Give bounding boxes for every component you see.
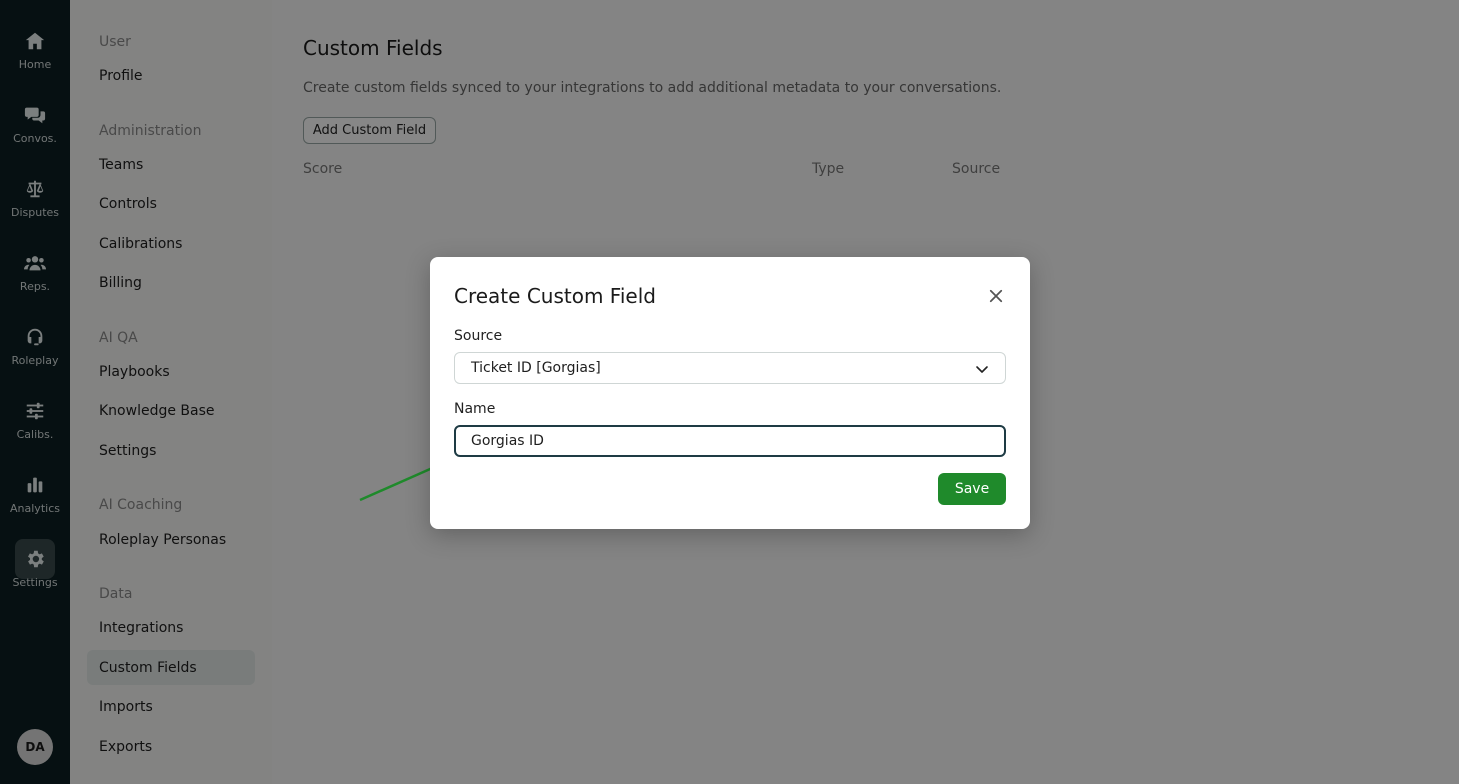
chevron-down-icon bbox=[976, 366, 988, 373]
modal-title: Create Custom Field bbox=[454, 284, 656, 308]
name-input[interactable] bbox=[454, 425, 1006, 457]
source-select[interactable]: Ticket ID [Gorgias] bbox=[454, 352, 1006, 384]
save-button[interactable]: Save bbox=[938, 473, 1006, 505]
name-label: Name bbox=[454, 401, 496, 417]
close-button[interactable] bbox=[986, 286, 1006, 306]
source-label: Source bbox=[454, 328, 503, 344]
create-custom-field-modal: Create Custom Field Source Ticket ID [Go… bbox=[430, 257, 1030, 529]
close-icon bbox=[989, 289, 1003, 303]
source-select-value: Ticket ID [Gorgias] bbox=[471, 360, 601, 376]
